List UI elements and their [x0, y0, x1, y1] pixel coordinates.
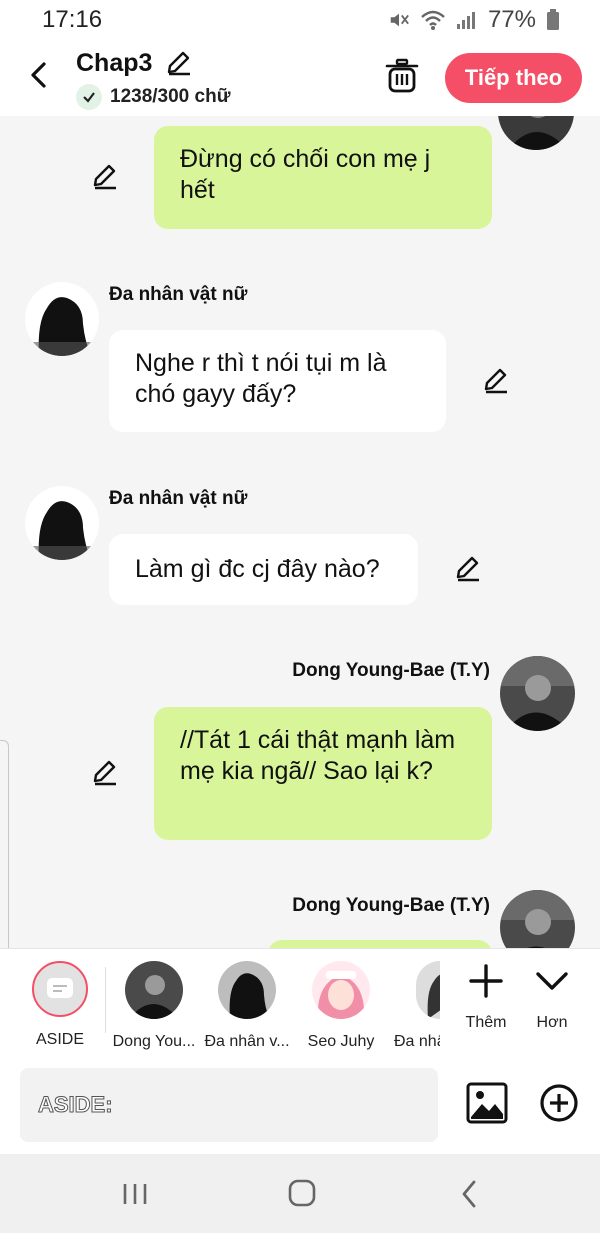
mute-icon — [390, 13, 409, 27]
character-label: Seo Juhy — [307, 1033, 375, 1050]
edit-icon[interactable] — [90, 162, 120, 192]
speaker-name: Dong Young-Bae (T.Y) — [292, 660, 490, 681]
more-button[interactable]: Hơn — [522, 961, 582, 1032]
message-bubble[interactable]: Đừng có chối con mẹ j hết — [154, 126, 492, 229]
message-bubble[interactable]: Nghe r thì t nói tụi m là chó gayy đấy? — [109, 330, 446, 432]
avatar[interactable] — [500, 656, 575, 731]
character-da-nhan-vat-nu[interactable]: Đa nhân v... — [197, 961, 297, 1051]
avatar — [125, 961, 183, 1019]
speaker-name: Đa nhân vật nữ — [109, 284, 248, 305]
status-bar: 17:16 77% — [0, 0, 600, 42]
more-label: Hơn — [536, 1014, 568, 1031]
status-time: 17:16 — [42, 6, 103, 33]
input-area — [0, 1058, 600, 1154]
character-label: Đa nhân v... — [204, 1033, 290, 1050]
add-circle-icon[interactable] — [538, 1082, 580, 1124]
avatar[interactable] — [498, 116, 574, 150]
plus-icon — [469, 964, 503, 998]
battery-icon — [547, 9, 559, 30]
chevron-down-icon — [536, 972, 568, 990]
avatar[interactable] — [25, 486, 99, 560]
image-icon[interactable] — [466, 1082, 508, 1124]
page-title[interactable]: Chap3 — [76, 49, 152, 78]
avatar[interactable] — [500, 890, 575, 948]
back-arrow-icon[interactable] — [22, 58, 56, 92]
speaker-name: Đa nhân vật nữ — [109, 488, 248, 509]
word-count: 1238/300 chữ — [110, 86, 231, 107]
title-group: Chap3 — [76, 48, 193, 78]
back-nav-icon[interactable] — [450, 1176, 490, 1212]
character-aside[interactable]: ASIDE — [10, 961, 110, 1049]
trash-icon[interactable] — [384, 58, 420, 94]
character-label: Dong You... — [112, 1033, 196, 1050]
system-nav-bar — [0, 1154, 600, 1233]
message-bubble[interactable] — [268, 940, 492, 948]
side-panel-handle[interactable] — [0, 740, 9, 948]
message-icon — [47, 978, 73, 998]
recent-apps-icon[interactable] — [115, 1176, 155, 1212]
pencil-icon[interactable] — [163, 48, 193, 78]
next-button[interactable]: Tiếp theo — [445, 53, 582, 103]
character-label: ASIDE — [35, 1031, 84, 1048]
wifi-icon — [421, 10, 445, 30]
message-bubble[interactable]: //Tát 1 cái thật mạnh làm mẹ kia ngã// S… — [154, 707, 492, 840]
character-dong-young-bae[interactable]: Dong You... — [104, 961, 204, 1051]
battery-percent: 77% — [487, 6, 536, 33]
check-icon — [76, 84, 102, 110]
add-label: Thêm — [465, 1014, 507, 1031]
edit-icon[interactable] — [90, 758, 120, 788]
chat-area[interactable]: Đừng có chối con mẹ j hết Đa nhân vật nữ… — [0, 116, 600, 948]
character-label: Đa nhâ — [394, 1033, 440, 1050]
avatar — [218, 961, 276, 1019]
word-count-row: 1238/300 chữ — [76, 84, 230, 110]
avatar — [416, 961, 440, 1019]
speaker-name: Dong Young-Bae (T.Y) — [292, 895, 490, 916]
message-bubble[interactable]: Làm gì đc cj đây nào? — [109, 534, 418, 605]
edit-icon[interactable] — [481, 366, 511, 396]
aside-avatar — [32, 961, 88, 1017]
character-bar: ASIDE Dong You... Đa nhân v... Seo Juhy … — [0, 948, 600, 1059]
avatar[interactable] — [25, 282, 99, 356]
character-da-nhan[interactable]: Đa nhâ — [380, 961, 440, 1051]
header: Chap3 1238/300 chữ Tiếp theo — [0, 42, 600, 116]
edit-icon[interactable] — [453, 554, 483, 584]
message-input[interactable] — [20, 1068, 438, 1142]
home-icon[interactable] — [282, 1176, 322, 1212]
character-seo-juhy[interactable]: Seo Juhy — [291, 961, 391, 1051]
status-icons: 77% — [388, 6, 560, 34]
signal-icon — [456, 12, 475, 29]
add-character-button[interactable]: Thêm — [456, 961, 516, 1032]
avatar — [312, 961, 370, 1019]
